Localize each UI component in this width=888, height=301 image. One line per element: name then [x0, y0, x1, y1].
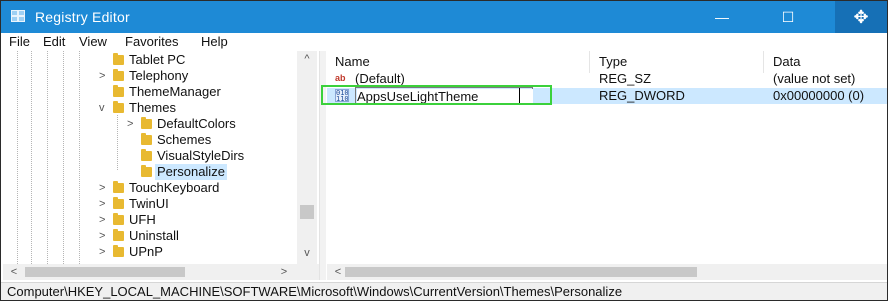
folder-icon [141, 149, 152, 161]
maximize-button[interactable]: ☐ [765, 1, 811, 33]
menu-view[interactable]: View [79, 34, 107, 49]
folder-icon [113, 53, 124, 65]
tree-guide-line [47, 51, 48, 264]
folder-icon [113, 69, 124, 81]
scroll-right-icon[interactable]: > [275, 264, 293, 280]
expand-arrow-icon[interactable]: > [99, 244, 111, 260]
tree-item-label: ThemeManager [129, 84, 221, 99]
highlight-outline [321, 85, 552, 105]
window-title: Registry Editor [35, 9, 130, 25]
menu-bar: File Edit View Favorites Help [1, 33, 887, 51]
minimize-button[interactable]: — [699, 1, 745, 33]
registry-editor-window: Registry Editor — ☐ ✥ File Edit View Fav… [0, 0, 888, 301]
tree-item-label: Telephony [129, 68, 189, 83]
string-value-icon: ab [335, 73, 346, 83]
value-data: 0x00000000 (0) [773, 88, 865, 103]
tree-item-label: Schemes [157, 132, 212, 147]
maximize-icon: ☐ [781, 8, 795, 25]
tree-item-label: Personalize [155, 164, 227, 180]
tree-item-label: Tablet PC [129, 52, 186, 67]
value-data: (value not set) [773, 71, 856, 86]
menu-help[interactable]: Help [201, 34, 228, 49]
column-header-type[interactable]: Type [599, 53, 627, 71]
title-bar[interactable]: Registry Editor — ☐ ✥ [1, 1, 887, 33]
registry-path: Computer\HKEY_LOCAL_MACHINE\SOFTWARE\Mic… [7, 284, 623, 299]
tree-guide-line [117, 115, 118, 171]
values-horizontal-scroll-thumb[interactable] [345, 267, 697, 277]
tree-item-label: TouchKeyboard [129, 180, 220, 195]
expand-arrow-icon[interactable]: > [99, 228, 111, 244]
tree-horizontal-scrollbar[interactable]: < > [3, 264, 319, 280]
folder-icon [113, 101, 124, 113]
scroll-up-icon[interactable]: ^ [297, 53, 317, 69]
folder-icon [141, 117, 152, 129]
values-list-pane[interactable]: Name Type Data ab (Default) REG_SZ (valu… [327, 51, 887, 264]
folder-icon [113, 85, 124, 97]
column-divider[interactable] [589, 51, 590, 73]
tree-item-label: UPnP [129, 244, 163, 259]
tree-guide-line [31, 51, 32, 264]
expand-arrow-icon[interactable]: > [127, 116, 139, 132]
tree-horizontal-scroll-thumb[interactable] [25, 267, 185, 277]
minimize-icon: — [715, 9, 729, 25]
tree-item-label: VisualStyleDirs [157, 148, 245, 163]
column-header-data[interactable]: Data [773, 53, 800, 71]
tree-item-label: DefaultColors [157, 116, 236, 131]
folder-icon [141, 133, 152, 145]
move-icon: ✥ [853, 6, 869, 27]
values-horizontal-scrollbar[interactable]: < [327, 264, 887, 280]
folder-icon [113, 229, 124, 241]
expand-arrow-icon[interactable]: > [99, 180, 111, 196]
expand-arrow-icon[interactable]: > [99, 212, 111, 228]
tree-item-label: UFH [129, 212, 156, 227]
scroll-left-icon[interactable]: < [5, 264, 23, 280]
tree-guide-line [79, 51, 80, 264]
key-tree-pane[interactable]: Tablet PC > Telephony ThemeManager v The… [3, 51, 319, 264]
value-type: REG_DWORD [599, 88, 685, 103]
tree-item-label: Uninstall [129, 228, 179, 243]
column-divider[interactable] [763, 51, 764, 73]
tree-vertical-scroll-thumb[interactable] [300, 205, 314, 219]
folder-icon [113, 181, 124, 193]
registry-icon [11, 10, 27, 24]
column-header-name[interactable]: Name [335, 53, 370, 71]
collapse-arrow-icon[interactable]: v [99, 100, 111, 116]
menu-file[interactable]: File [9, 34, 30, 49]
tree-item-label: Themes [129, 100, 176, 115]
menu-edit[interactable]: Edit [43, 34, 65, 49]
folder-icon [113, 197, 124, 209]
status-bar: Computer\HKEY_LOCAL_MACHINE\SOFTWARE\Mic… [1, 282, 887, 300]
scroll-down-icon[interactable]: v [297, 247, 317, 263]
tree-item-label: TwinUI [129, 196, 169, 211]
tree-guide-line [17, 51, 18, 264]
move-window-button[interactable]: ✥ [835, 1, 887, 33]
tree-vertical-scrollbar[interactable]: ^ v [297, 51, 317, 264]
expand-arrow-icon[interactable]: > [99, 196, 111, 212]
folder-icon [141, 165, 152, 177]
tree-guide-line [63, 51, 64, 264]
expand-arrow-icon[interactable]: > [99, 68, 111, 84]
folder-icon [113, 213, 124, 225]
folder-icon [113, 245, 124, 257]
value-type: REG_SZ [599, 71, 652, 86]
menu-favorites[interactable]: Favorites [125, 34, 178, 49]
